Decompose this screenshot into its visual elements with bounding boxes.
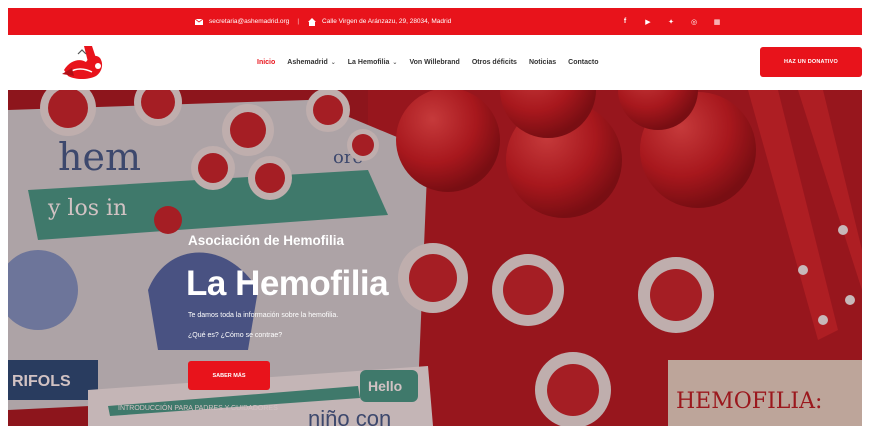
main-nav: Inicio Ashemadrid ⌄ La Hemofilia ⌄ Von Wil… xyxy=(257,35,599,90)
nav-item-von-willebrand[interactable]: Von Willebrand xyxy=(409,59,459,66)
facebook-icon[interactable]: f xyxy=(620,17,630,27)
donate-button[interactable]: HAZ UN DONATIVO xyxy=(760,47,862,77)
contact-info: secretaria@ashemadrid.org | Calle Virgen… xyxy=(194,8,451,35)
chevron-down-icon: ⌄ xyxy=(330,60,336,66)
separator: | xyxy=(297,18,300,25)
hero-description: Te damos toda la información sobre la he… xyxy=(188,312,339,319)
hero-overlay xyxy=(8,90,862,426)
nav-item-label: La Hemofilia xyxy=(347,59,390,66)
youtube-icon[interactable]: ▶ xyxy=(643,17,653,27)
linkedin-icon[interactable]: ▦ xyxy=(712,17,722,27)
hero-section: hem y los in ore RIFOLS INTRODUCCIÓN PAR… xyxy=(8,90,862,426)
instagram-icon[interactable]: ◎ xyxy=(689,17,699,27)
nav-item-label: Otros déficits xyxy=(471,59,517,66)
top-bar: secretaria@ashemadrid.org | Calle Virgen… xyxy=(8,8,862,35)
twitter-icon[interactable]: ✦ xyxy=(666,17,676,27)
address-text: Calle Virgen de Aránzazu, 29, 28034, Mad… xyxy=(322,18,452,25)
nav-item-noticias[interactable]: Noticias xyxy=(529,59,556,66)
nav-item-otros-deficits[interactable]: Otros déficits xyxy=(472,59,517,66)
nav-item-la-hemofilia[interactable]: La Hemofilia ⌄ xyxy=(348,59,398,66)
envelope-icon xyxy=(194,17,203,26)
nav-item-contacto[interactable]: Contacto xyxy=(568,59,598,66)
home-icon xyxy=(307,17,316,26)
hero-title: La Hemofilia xyxy=(186,264,389,303)
nav-item-label: Inicio xyxy=(257,59,276,66)
learn-more-button[interactable]: SABER MÁS xyxy=(188,361,270,390)
site-header: Inicio Ashemadrid ⌄ La Hemofilia ⌄ Von Wil… xyxy=(8,35,862,90)
social-links: f ▶ ✦ ◎ ▦ xyxy=(620,8,722,35)
nav-item-inicio[interactable]: Inicio xyxy=(257,59,275,66)
email-link[interactable]: secretaria@ashemadrid.org xyxy=(209,18,289,25)
nav-item-label: Contacto xyxy=(568,59,599,66)
hero-subtitle: Asociación de Hemofilia xyxy=(188,233,345,248)
nav-item-label: Noticias xyxy=(528,59,557,66)
chevron-down-icon: ⌄ xyxy=(392,60,398,66)
hero-question: ¿Qué es? ¿Cómo se contrae? xyxy=(188,332,283,339)
nav-item-label: Ashemadrid xyxy=(287,59,328,66)
nav-item-ashemadrid[interactable]: Ashemadrid ⌄ xyxy=(287,59,336,66)
nav-item-label: Von Willebrand xyxy=(409,59,460,66)
ashemadrid-logo[interactable] xyxy=(56,42,114,84)
